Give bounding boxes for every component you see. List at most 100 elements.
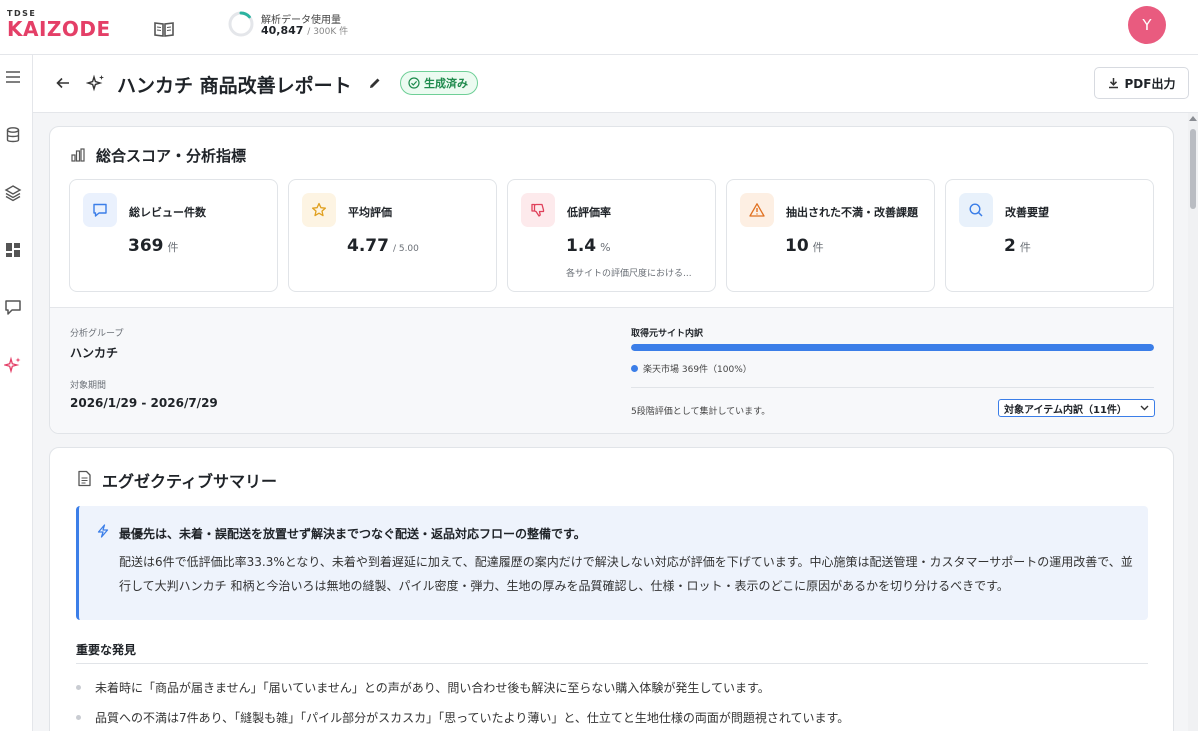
scrollbar[interactable] xyxy=(1188,113,1198,731)
legend-dot xyxy=(631,365,638,372)
group-label: 分析グループ xyxy=(70,329,124,339)
group-value: ハンカチ xyxy=(70,346,119,360)
finding-text: 品質への不満は7件あり、「縫製も雑」「パイル部分がスカスカ」「思っていたより薄い… xyxy=(95,711,850,725)
pdf-export-label: PDF出力 xyxy=(1124,76,1176,91)
bullet xyxy=(76,715,81,720)
rating-scale-note: 5段階評価として集計しています。 xyxy=(631,407,771,417)
divider xyxy=(76,663,1148,664)
summary-title: エグゼクティブサマリー xyxy=(102,472,278,491)
kpi-improvement-requests: 改善要望 2件 xyxy=(945,179,1154,292)
kpi-unit: 件 xyxy=(167,241,179,254)
priority-callout: 最優先は、未着・誤配送を放置せず解決までつなぐ配送・返品対応フローの整備です。 … xyxy=(76,506,1148,620)
kpi-unit: / 5.00 xyxy=(392,244,419,254)
finding-item: 品質への不満は7件あり、「縫製も雑」「パイル部分がスカスカ」「思っていたより薄い… xyxy=(76,709,849,726)
scroll-up-arrow[interactable] xyxy=(1189,116,1197,121)
pencil-icon[interactable] xyxy=(368,76,382,90)
chat-icon[interactable] xyxy=(4,298,22,316)
period-value: 2026/1/29 - 2026/7/29 xyxy=(70,396,218,410)
kpi-note: 各サイトの評価尺度における... xyxy=(566,269,692,279)
usage-count: 40,847 xyxy=(261,24,304,37)
book-icon[interactable] xyxy=(153,20,175,38)
back-arrow-icon[interactable] xyxy=(55,75,71,91)
kpi-number: 369 xyxy=(128,236,164,256)
kpi-unit: 件 xyxy=(1019,241,1031,254)
kpi-icon-box xyxy=(521,193,555,227)
source-title: 取得元サイト内訳 xyxy=(631,329,704,339)
divider xyxy=(631,387,1154,388)
pdf-export-button[interactable]: PDF出力 xyxy=(1094,67,1189,99)
chevron-down-icon xyxy=(1140,405,1149,411)
scroll-thumb[interactable] xyxy=(1190,129,1196,209)
kpi-icon-box xyxy=(302,193,336,227)
usage-value: 40,847 / 300K 件 xyxy=(261,24,348,37)
kpi-icon-box xyxy=(740,193,774,227)
chat-bubble-icon xyxy=(93,203,107,217)
avatar[interactable]: Y xyxy=(1128,6,1166,44)
kpi-label: 低評価率 xyxy=(567,206,611,219)
kpi-label: 総レビュー件数 xyxy=(129,206,206,219)
source-legend: 楽天市場 369件（100%） xyxy=(631,362,752,375)
layers-icon[interactable] xyxy=(4,184,22,202)
kpi-value: 10 件 xyxy=(785,236,824,256)
kpi-unit: 件 xyxy=(812,241,824,254)
kpi-value: 4.77/ 5.00 xyxy=(347,236,419,256)
select-value: 対象アイテム内訳（11件） xyxy=(1004,404,1127,416)
finding-item: 未着時に「商品が届きません」「届いていません」との声があり、問い合わせ後も解決に… xyxy=(76,679,770,696)
kaizode-logo[interactable]: TDSE KAIZODE xyxy=(7,9,117,43)
kpi-number: 4.77 xyxy=(347,236,389,256)
kpi-label: 改善要望 xyxy=(1005,206,1049,219)
dashboard-icon[interactable] xyxy=(4,241,22,259)
metrics-title: 総合スコア・分析指標 xyxy=(96,147,247,165)
item-breakdown-select[interactable]: 対象アイテム内訳（11件） xyxy=(998,399,1155,417)
kpi-unit: % xyxy=(600,241,611,254)
findings-title: 重要な発見 xyxy=(76,643,137,657)
thumbs-down-icon xyxy=(531,203,545,217)
search-icon xyxy=(969,203,983,217)
source-legend-label: 楽天市場 369件（100%） xyxy=(643,365,752,375)
kpi-icon-box xyxy=(959,193,993,227)
document-icon xyxy=(78,470,91,487)
kpi-total-reviews: 総レビュー件数 369 件 xyxy=(69,179,278,292)
kpi-label: 抽出された不満・改善課題 xyxy=(786,206,918,219)
bullet xyxy=(76,685,81,690)
metrics-card: 総合スコア・分析指標 総レビュー件数 369 件 平均評価 4.77/ 5.00 … xyxy=(49,126,1174,434)
kpi-number: 1.4 xyxy=(566,236,597,256)
callout-headline: 最優先は、未着・誤配送を放置せず解決までつなぐ配送・返品対応フローの整備です。 xyxy=(119,527,586,541)
warning-icon xyxy=(749,203,765,217)
sparkle-icon[interactable] xyxy=(4,356,22,374)
kpi-value: 1.4% xyxy=(566,236,611,256)
left-rail xyxy=(0,55,33,731)
usage-cap: / 300K 件 xyxy=(307,27,349,37)
top-bar: TDSE KAIZODE 解析データ使用量 40,847 / 300K 件 Y xyxy=(0,0,1198,55)
menu-icon[interactable] xyxy=(4,68,22,86)
period-label: 対象期間 xyxy=(70,381,107,391)
page-header: ハンカチ 商品改善レポート 生成済み PDF出力 xyxy=(33,55,1198,113)
kpi-value: 2件 xyxy=(1004,236,1031,256)
check-circle-icon xyxy=(408,77,420,89)
star-icon xyxy=(311,202,327,217)
kpi-average-rating: 平均評価 4.77/ 5.00 xyxy=(288,179,497,292)
logo-kaizode: KAIZODE xyxy=(7,17,111,41)
kpi-number: 2 xyxy=(1004,236,1016,256)
status-badge: 生成済み xyxy=(400,71,478,95)
finding-text: 未着時に「商品が届きません」「届いていません」との声があり、問い合わせ後も解決に… xyxy=(95,681,770,695)
page-title: ハンカチ 商品改善レポート xyxy=(117,75,352,97)
download-icon xyxy=(1108,78,1118,89)
kpi-value: 369 件 xyxy=(128,236,179,256)
kpi-number: 10 xyxy=(785,236,809,256)
source-bar-fill xyxy=(631,344,1154,351)
ai-sparkle-icon xyxy=(86,74,104,92)
lightning-icon xyxy=(97,524,109,538)
kpi-icon-box xyxy=(83,193,117,227)
status-label: 生成済み xyxy=(424,77,468,90)
database-icon[interactable] xyxy=(4,126,22,144)
bar-chart-icon xyxy=(71,148,85,162)
usage-ring xyxy=(228,11,254,37)
report-meta: 分析グループ ハンカチ 対象期間 2026/1/29 - 2026/7/29 取… xyxy=(50,308,1173,433)
summary-card: エグゼクティブサマリー 最優先は、未着・誤配送を放置せず解決までつなぐ配送・返品… xyxy=(49,447,1174,731)
kpi-label: 平均評価 xyxy=(348,206,392,219)
kpi-low-rating-rate: 低評価率 1.4% 各サイトの評価尺度における... xyxy=(507,179,716,292)
kpi-issues-extracted: 抽出された不満・改善課題 10 件 xyxy=(726,179,935,292)
callout-body: 配送は6件で低評価比率33.3%となり、未着や到着遅延に加えて、配達履歴の案内だ… xyxy=(119,555,1133,593)
source-bar xyxy=(631,344,1154,351)
